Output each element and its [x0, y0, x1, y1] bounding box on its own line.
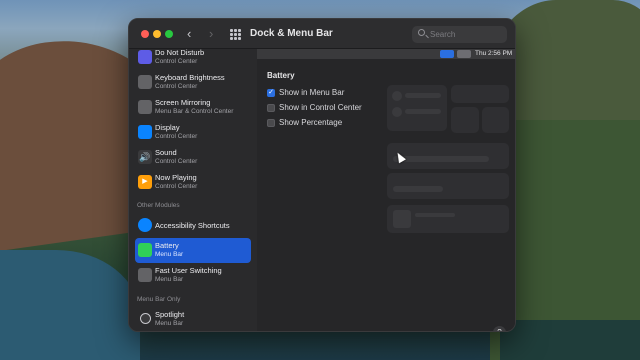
show-all-grid-icon[interactable] — [230, 29, 241, 40]
title-bar: ‹ › Dock & Menu Bar — [129, 19, 515, 49]
show-in-control-center-checkbox[interactable] — [267, 104, 275, 112]
search-input[interactable] — [430, 28, 500, 41]
pane-title: Battery — [267, 71, 295, 80]
show-in-menu-bar-checkbox[interactable]: ✓ — [267, 89, 275, 97]
menu-bar-preview-clock: Thu 2:56 PM — [475, 50, 513, 57]
sidebar-item-battery[interactable]: Battery Menu Bar — [135, 238, 251, 263]
sidebar-item-now-playing[interactable]: ▶ Now Playing Control Center — [135, 170, 251, 195]
spotlight-icon — [140, 313, 151, 324]
control-center-preview-tile — [482, 107, 509, 133]
sidebar-item-keyboard-brightness[interactable]: Keyboard Brightness Control Center — [135, 70, 251, 95]
sidebar-item-fast-user-switching[interactable]: Fast User Switching Menu Bar — [135, 263, 251, 288]
back-arrow-icon[interactable]: ‹ — [187, 26, 191, 41]
wallpaper-sea — [0, 250, 140, 360]
control-center-preview-now-playing — [387, 205, 509, 233]
keyboard-brightness-icon — [138, 75, 152, 89]
wallpaper-shore — [500, 320, 640, 360]
menu-bar-preview-control-icon — [440, 50, 454, 58]
moon-icon — [138, 50, 152, 64]
menu-bar-preview-item-icon — [457, 50, 471, 58]
sidebar-item-sound[interactable]: 🔊 Sound Control Center — [135, 145, 251, 170]
control-center-preview-slider — [387, 143, 509, 169]
forward-arrow-icon[interactable]: › — [209, 26, 213, 41]
accessibility-icon — [138, 218, 152, 232]
help-button[interactable]: ? — [493, 326, 506, 331]
battery-icon — [138, 243, 152, 257]
window-title: Dock & Menu Bar — [250, 28, 333, 39]
play-icon: ▶ — [138, 175, 152, 189]
screen-mirroring-icon — [138, 100, 152, 114]
control-center-preview-tile — [387, 85, 447, 131]
section-label-other-modules: Other Modules — [137, 202, 180, 209]
show-percentage-checkbox[interactable] — [267, 119, 275, 127]
preferences-window: ‹ › Dock & Menu Bar Do Not Disturb Contr… — [128, 18, 516, 332]
sidebar-item-spotlight[interactable]: Spotlight Menu Bar — [135, 307, 251, 331]
control-center-preview-tile — [451, 85, 509, 103]
battery-settings-pane: Battery ✓ Show in Menu Bar Show in Contr… — [257, 59, 515, 331]
display-icon — [138, 125, 152, 139]
speaker-icon: 🔊 — [138, 150, 152, 164]
sidebar: Do Not Disturb Control Center Keyboard B… — [129, 49, 257, 331]
user-switching-icon — [138, 268, 152, 282]
sidebar-item-display[interactable]: Display Control Center — [135, 120, 251, 145]
sidebar-item-accessibility-shortcuts[interactable]: Accessibility Shortcuts — [135, 213, 251, 238]
sidebar-item-do-not-disturb[interactable]: Do Not Disturb Control Center — [135, 49, 251, 70]
search-field[interactable] — [412, 26, 507, 43]
zoom-button[interactable] — [165, 30, 173, 38]
minimize-button[interactable] — [153, 30, 161, 38]
menu-bar-preview: Thu 2:56 PM — [257, 49, 515, 59]
close-button[interactable] — [141, 30, 149, 38]
control-center-preview-tile — [451, 107, 479, 133]
section-label-menu-bar-only: Menu Bar Only — [137, 296, 181, 303]
search-icon — [418, 29, 425, 36]
sidebar-item-screen-mirroring[interactable]: Screen Mirroring Menu Bar & Control Cent… — [135, 95, 251, 120]
control-center-preview-slider — [387, 173, 509, 199]
